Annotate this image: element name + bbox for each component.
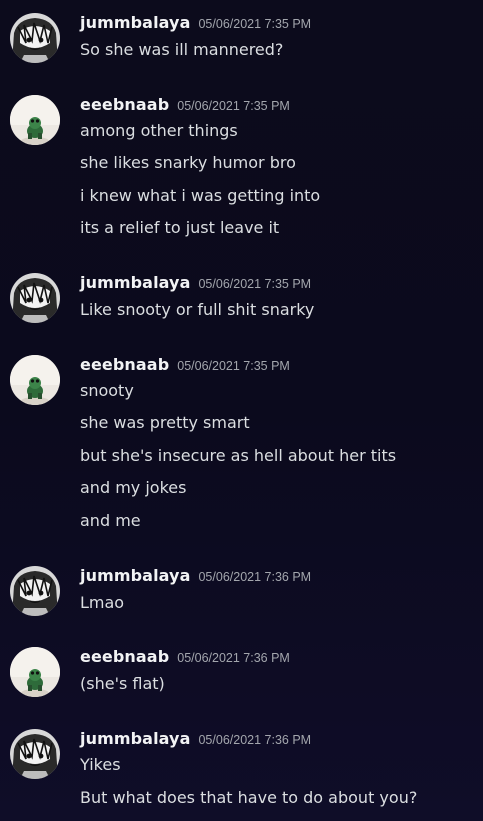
username[interactable]: jummbalaya: [80, 273, 190, 292]
manga-girl-avatar-icon[interactable]: [10, 729, 60, 779]
message-header: jummbalaya 05/06/2021 7:35 PM: [80, 13, 311, 35]
timestamp: 05/06/2021 7:35 PM: [198, 17, 312, 31]
username[interactable]: eeebnaab: [80, 647, 169, 666]
message-text: but she's insecure as hell about her tit…: [80, 446, 397, 465]
timestamp: 05/06/2021 7:36 PM: [198, 733, 312, 747]
message-header: eeebnaab 05/06/2021 7:36 PM: [80, 647, 290, 669]
username[interactable]: jummbalaya: [80, 566, 190, 585]
message-header: jummbalaya 05/06/2021 7:36 PM: [80, 566, 311, 588]
frog-figure-avatar-icon[interactable]: [10, 95, 60, 145]
message-text: snooty: [80, 381, 134, 400]
message-text: and me: [80, 511, 141, 530]
message-text: Like snooty or full shit snarky: [80, 300, 315, 319]
username[interactable]: jummbalaya: [80, 13, 190, 32]
timestamp: 05/06/2021 7:35 PM: [177, 359, 290, 373]
timestamp: 05/06/2021 7:35 PM: [198, 277, 312, 291]
username[interactable]: eeebnaab: [80, 95, 169, 114]
message-text: So she was ill mannered?: [80, 40, 284, 59]
frog-figure-avatar-icon[interactable]: [10, 355, 60, 405]
message-header: eeebnaab 05/06/2021 7:35 PM: [80, 355, 290, 377]
manga-girl-avatar-icon[interactable]: [10, 13, 60, 63]
username[interactable]: eeebnaab: [80, 355, 169, 374]
message-text: among other things: [80, 121, 238, 140]
message-text: she was pretty smart: [80, 413, 250, 432]
message-header: jummbalaya 05/06/2021 7:35 PM: [80, 273, 311, 295]
timestamp: 05/06/2021 7:35 PM: [177, 99, 290, 113]
message-header: eeebnaab 05/06/2021 7:35 PM: [80, 95, 290, 117]
manga-girl-avatar-icon[interactable]: [10, 566, 60, 616]
message-text: and my jokes: [80, 478, 187, 497]
frog-figure-avatar-icon[interactable]: [10, 647, 60, 697]
message-text: its a relief to just leave it: [80, 218, 280, 237]
message-text: (she's flat): [80, 674, 165, 693]
message-text: she likes snarky humor bro: [80, 153, 296, 172]
message-header: jummbalaya 05/06/2021 7:36 PM: [80, 729, 311, 751]
message-list: jummbalaya 05/06/2021 7:35 PM So she was …: [0, 0, 483, 821]
username[interactable]: jummbalaya: [80, 729, 190, 748]
timestamp: 05/06/2021 7:36 PM: [198, 570, 312, 584]
message-text: Lmao: [80, 593, 125, 612]
message-text: Yikes: [80, 755, 121, 774]
message-text: But what does that have to do about you?: [80, 788, 418, 807]
timestamp: 05/06/2021 7:36 PM: [177, 651, 290, 665]
message-text: i knew what i was getting into: [80, 186, 321, 205]
manga-girl-avatar-icon[interactable]: [10, 273, 60, 323]
